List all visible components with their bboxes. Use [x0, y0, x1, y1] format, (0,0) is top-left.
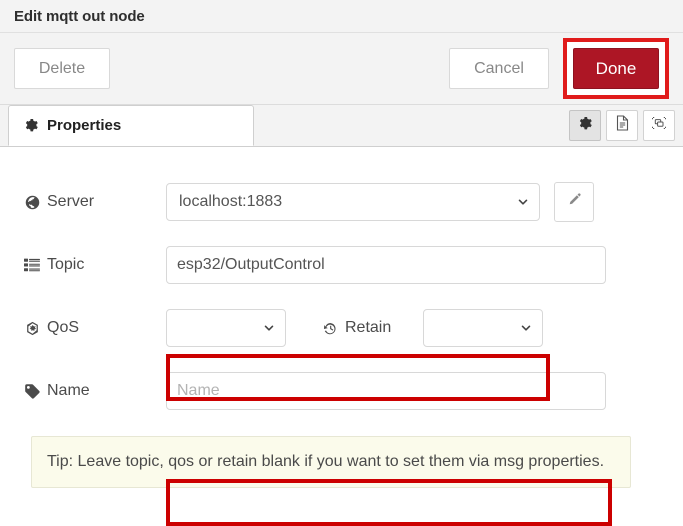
- history-icon: [322, 320, 338, 336]
- dialog-title: Edit mqtt out node: [14, 7, 145, 25]
- globe-icon: [24, 194, 40, 210]
- qos-select[interactable]: [166, 309, 286, 347]
- name-label: Name: [24, 382, 166, 400]
- chevron-down-icon: [518, 199, 528, 205]
- delete-button[interactable]: Delete: [14, 48, 110, 89]
- server-row: Server localhost:1883: [0, 173, 683, 401]
- appearance-tool-button[interactable]: [643, 110, 675, 141]
- server-edit-button[interactable]: [554, 182, 594, 222]
- topic-row: Topic: [0, 236, 683, 526]
- gear-icon: [578, 116, 593, 136]
- node-appearance-icon: [651, 115, 667, 136]
- qos-retain-row: QoS Retain: [0, 299, 683, 357]
- dialog-button-bar: Delete Cancel Done: [0, 33, 683, 105]
- topic-label-text: Topic: [47, 256, 85, 273]
- retain-select[interactable]: [423, 309, 544, 347]
- topic-input[interactable]: [166, 246, 606, 284]
- tab-properties-label: Properties: [47, 117, 122, 134]
- server-label: Server: [24, 193, 166, 211]
- server-select-value: localhost:1883: [179, 193, 283, 210]
- dialog-titlebar: Edit mqtt out node: [0, 0, 683, 33]
- properties-form: Server localhost:1883 Topic esp32/Output…: [0, 147, 683, 526]
- server-select[interactable]: localhost:1883: [166, 183, 540, 221]
- life-ring-icon: [24, 320, 40, 336]
- retain-label-text: Retain: [345, 319, 392, 336]
- tab-properties[interactable]: Properties: [8, 105, 254, 146]
- done-button-highlight: Done: [563, 38, 669, 99]
- edit-node-dialog: Edit mqtt out node Delete Cancel Done Pr…: [0, 0, 683, 526]
- server-label-text: Server: [47, 193, 95, 210]
- tab-tools: [569, 110, 675, 141]
- chevron-down-icon: [264, 325, 274, 331]
- retain-label: Retain: [322, 319, 391, 337]
- description-tool-button[interactable]: [606, 110, 638, 141]
- topic-label: Topic: [24, 256, 166, 274]
- name-row: Name: [0, 362, 683, 420]
- pencil-icon: [567, 192, 582, 212]
- name-label-text: Name: [47, 382, 90, 399]
- gear-icon: [23, 118, 39, 134]
- tip-box: Tip: Leave topic, qos or retain blank if…: [31, 436, 631, 489]
- list-icon: [24, 257, 40, 273]
- name-input[interactable]: [166, 372, 606, 410]
- document-icon: [615, 115, 630, 136]
- tag-icon: [24, 383, 40, 399]
- cancel-button[interactable]: Cancel: [449, 48, 549, 89]
- chevron-down-icon: [521, 325, 531, 331]
- tip-text: Tip: Leave topic, qos or retain blank if…: [47, 453, 605, 470]
- qos-label-text: QoS: [47, 319, 80, 336]
- properties-tool-button[interactable]: [569, 110, 601, 141]
- qos-label: QoS: [24, 319, 166, 337]
- done-button[interactable]: Done: [573, 48, 659, 89]
- dialog-tabbar: Properties: [0, 105, 683, 147]
